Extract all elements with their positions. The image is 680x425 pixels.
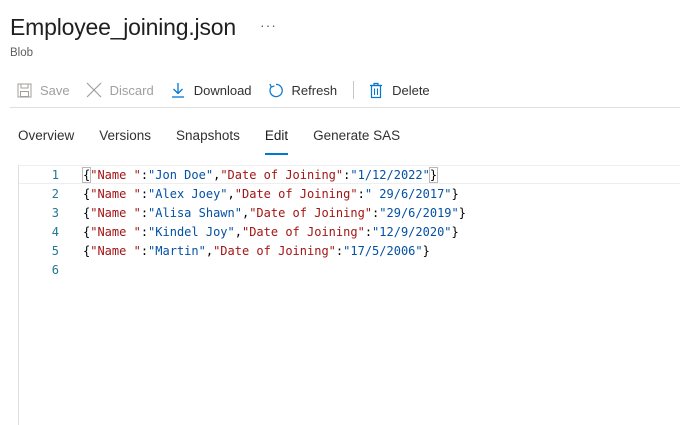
discard-label: Discard — [109, 82, 154, 98]
code-editor[interactable]: 1 {"Name ":"Jon Doe","Date of Joining":"… — [18, 165, 680, 425]
toolbar-divider — [353, 81, 355, 99]
code-line[interactable]: {"Name ":"Alisa Shawn","Date of Joining"… — [83, 206, 466, 220]
line-number: 4 — [51, 224, 59, 239]
code-line[interactable]: {"Name ":"Martin","Date of Joining":"17/… — [83, 244, 430, 258]
line-number: 2 — [51, 186, 59, 201]
code-line[interactable]: {"Name ":"Kindel Joy","Date of Joining":… — [83, 225, 459, 239]
editor-line: 2 {"Name ":"Alex Joey","Date of Joining"… — [19, 184, 680, 203]
discard-button[interactable]: Discard — [86, 82, 154, 98]
tab-bar: Overview Versions Snapshots Edit Generat… — [18, 128, 425, 155]
download-icon — [170, 82, 186, 98]
refresh-button[interactable]: Refresh — [268, 82, 338, 98]
delete-label: Delete — [392, 82, 430, 98]
editor-line: 3 {"Name ":"Alisa Shawn","Date of Joinin… — [19, 203, 680, 222]
more-options-icon[interactable]: ··· — [260, 18, 277, 38]
code-line[interactable]: {"Name ":"Alex Joey","Date of Joining":"… — [83, 187, 459, 201]
line-number: 6 — [51, 262, 59, 277]
code-line[interactable]: {"Name ":"Jon Doe","Date of Joining":"1/… — [81, 166, 439, 183]
tab-overview[interactable]: Overview — [18, 128, 74, 154]
close-icon — [86, 82, 102, 98]
save-label: Save — [40, 82, 70, 98]
command-bar: Save Discard Download Refresh Delete — [16, 79, 446, 101]
refresh-label: Refresh — [291, 82, 338, 98]
download-button[interactable]: Download — [170, 82, 252, 98]
line-number: 5 — [51, 243, 59, 258]
save-button[interactable]: Save — [16, 82, 70, 98]
save-icon — [16, 82, 32, 98]
editor-line: 4 {"Name ":"Kindel Joy","Date of Joining… — [19, 222, 680, 241]
download-label: Download — [193, 82, 252, 98]
editor-line: 6 — [19, 260, 680, 279]
editor-line: 1 {"Name ":"Jon Doe","Date of Joining":"… — [19, 165, 680, 184]
tab-versions[interactable]: Versions — [99, 128, 151, 154]
tab-edit[interactable]: Edit — [264, 128, 289, 155]
page-subtitle: Blob — [10, 47, 34, 59]
toolbar-divider-line — [10, 107, 680, 108]
editor-line: 5 {"Name ":"Martin","Date of Joining":"1… — [19, 241, 680, 260]
tab-snapshots[interactable]: Snapshots — [176, 128, 240, 154]
line-number: 3 — [51, 205, 59, 220]
delete-button[interactable]: Delete — [368, 82, 430, 98]
title-row: Employee_joining.json ··· — [10, 14, 277, 41]
page-header: Employee_joining.json ··· Blob — [10, 14, 277, 59]
line-number: 1 — [51, 167, 59, 182]
tab-generate-sas[interactable]: Generate SAS — [313, 128, 400, 154]
refresh-icon — [268, 82, 284, 98]
trash-icon — [368, 82, 384, 98]
page-title: Employee_joining.json — [10, 14, 236, 40]
